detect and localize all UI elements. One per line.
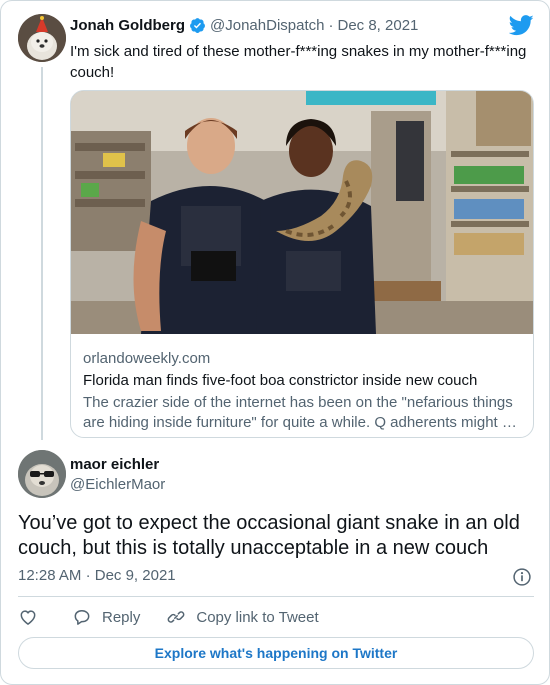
twitter-bird-icon[interactable]	[509, 15, 534, 36]
author-name[interactable]: maor eichler	[70, 456, 159, 473]
link-title[interactable]: Florida man finds five-foot boa constric…	[83, 371, 523, 391]
tweet-actions: Reply Copy link to Tweet	[18, 606, 319, 628]
link-preview-meta: orlandoweekly.com Florida man finds five…	[83, 349, 523, 433]
quoted-author-handle[interactable]: @JonahDispatch	[210, 17, 324, 34]
news-photo	[71, 91, 533, 334]
timestamp-separator: ·	[85, 567, 91, 584]
reply-bubble-icon	[74, 610, 90, 625]
quoted-author-name[interactable]: Jonah Goldberg	[70, 17, 185, 34]
tweet-embed-card: Jonah Goldberg @JonahDispatch · Dec 8, 2…	[0, 0, 550, 685]
verified-badge-icon	[190, 18, 205, 33]
tweet-time[interactable]: 12:28 AM	[18, 567, 81, 584]
quoted-tweet-header: Jonah Goldberg @JonahDispatch · Dec 8, 2…	[70, 17, 418, 34]
link-chain-icon	[167, 611, 185, 623]
reply-label: Reply	[102, 608, 141, 626]
copy-link-button[interactable]: Copy link to Tweet	[166, 607, 319, 627]
link-domain: orlandoweekly.com	[83, 350, 211, 367]
copy-link-label: Copy link to Tweet	[196, 608, 319, 626]
maor-eichler-avatar[interactable]	[18, 450, 66, 498]
explore-twitter-button[interactable]: Explore what's happening on Twitter	[18, 637, 534, 669]
quoted-tweet-text: I'm sick and tired of these mother-f***i…	[70, 43, 527, 81]
tweet-text: You’ve got to expect the occasional gian…	[18, 512, 520, 559]
thread-connector-line	[41, 67, 43, 440]
tweet-date[interactable]: Dec 9, 2021	[95, 567, 176, 584]
jonah-goldberg-avatar[interactable]	[18, 14, 66, 62]
link-preview-image[interactable]	[71, 91, 533, 334]
actions-divider	[18, 596, 534, 597]
reply-button[interactable]: Reply	[72, 607, 140, 627]
link-preview-card[interactable]: orlandoweekly.com Florida man finds five…	[70, 90, 534, 438]
quoted-tweet-date[interactable]: Dec 8, 2021	[337, 17, 418, 34]
author-handle[interactable]: @EichlerMaor	[70, 476, 165, 493]
link-description: The crazier side of the internet has bee…	[83, 394, 517, 431]
info-icon[interactable]	[512, 567, 532, 587]
tweet-timestamp[interactable]: 12:28 AM · Dec 9, 2021	[18, 567, 176, 584]
heart-icon	[20, 610, 36, 625]
like-button[interactable]	[18, 607, 38, 627]
header-separator: ·	[328, 17, 334, 34]
